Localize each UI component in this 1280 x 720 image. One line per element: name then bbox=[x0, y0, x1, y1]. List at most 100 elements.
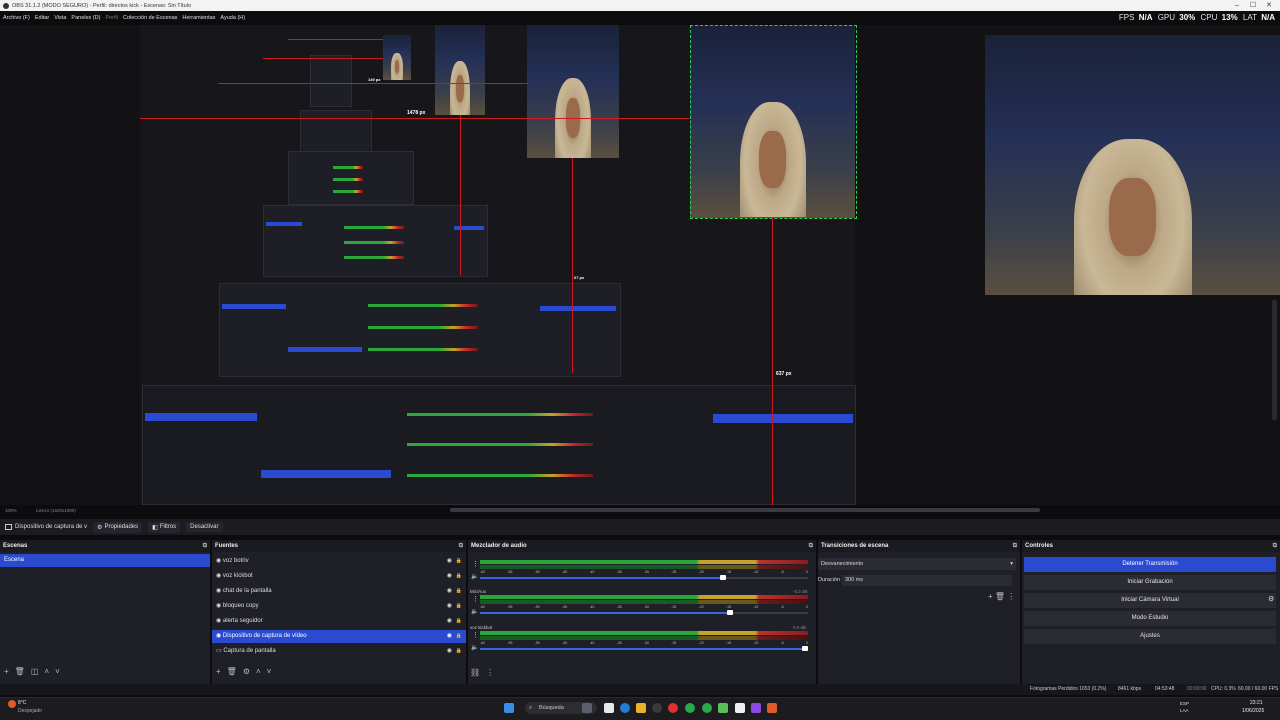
trash-icon[interactable]: 🗑 bbox=[15, 667, 25, 676]
menu-perfil[interactable]: Perfil bbox=[105, 15, 118, 21]
preview-horizontal-scrollbar[interactable] bbox=[450, 508, 1040, 512]
add-icon[interactable]: + bbox=[988, 592, 993, 601]
lock-icon[interactable]: 🔒 bbox=[456, 645, 462, 658]
dock-settings-icon[interactable]: ⧉ bbox=[809, 540, 813, 552]
add-icon[interactable]: + bbox=[216, 667, 221, 676]
dock-settings-icon[interactable]: ⧉ bbox=[203, 540, 207, 552]
edge-icon[interactable] bbox=[620, 703, 630, 713]
scene-item[interactable]: Escena bbox=[0, 554, 210, 567]
stop-stream-button[interactable]: Detener Transmisión bbox=[1024, 557, 1276, 572]
file-explorer-icon[interactable] bbox=[636, 703, 646, 713]
close-icon[interactable]: ✕ bbox=[1262, 0, 1276, 11]
input-language[interactable]: ESP bbox=[1180, 701, 1189, 706]
link-icon[interactable]: ⛓ bbox=[470, 668, 480, 677]
lock-icon[interactable]: 🔒 bbox=[456, 600, 462, 613]
selection-box[interactable] bbox=[690, 25, 857, 219]
volume-slider-handle[interactable] bbox=[802, 646, 808, 651]
lock-icon[interactable]: 🔒 bbox=[456, 555, 462, 568]
source-item[interactable]: ◉ chat de la pantalla ◉ 🔒 bbox=[212, 585, 466, 598]
visibility-eye-icon[interactable]: ◉ bbox=[447, 615, 452, 628]
menu-coleccion-escenas[interactable]: Colección de Escenas bbox=[123, 15, 177, 21]
notepad-icon[interactable] bbox=[735, 703, 745, 713]
settings-button[interactable]: Ajustes bbox=[1024, 629, 1276, 644]
visibility-eye-icon[interactable]: ◉ bbox=[447, 645, 452, 658]
source-item[interactable]: ◉ voz botriv ◉ 🔒 bbox=[212, 555, 466, 568]
start-recording-button[interactable]: Iniciar Grabación bbox=[1024, 575, 1276, 590]
source-item[interactable]: ▭ Captura de pantalla ◉ 🔒 bbox=[212, 645, 466, 658]
transition-select[interactable]: Desvanecimiento ▾ bbox=[818, 558, 1016, 570]
visibility-eye-icon[interactable]: ◉ bbox=[447, 555, 452, 568]
dock-settings-icon[interactable]: ⧉ bbox=[1013, 540, 1017, 552]
trash-icon[interactable]: 🗑 bbox=[227, 667, 237, 676]
move-down-icon[interactable]: ˅ bbox=[267, 667, 272, 676]
deactivate-button[interactable]: Desactivar bbox=[186, 522, 223, 532]
properties-button[interactable]: ⚙ Propiedades bbox=[93, 521, 143, 533]
volume-slider-handle[interactable] bbox=[726, 610, 733, 615]
menu-dots-icon[interactable]: ⋮ bbox=[486, 668, 494, 677]
lock-icon[interactable]: 🔒 bbox=[456, 615, 462, 628]
menu-vista[interactable]: Vista bbox=[54, 15, 66, 21]
speaker-icon[interactable]: 🔈 bbox=[471, 573, 478, 580]
preview-canvas[interactable]: 1478 px 149 px 637 px 67 px 100% Lienzo … bbox=[0, 25, 1280, 513]
virtual-cam-settings-icon[interactable]: ⚙ bbox=[1268, 595, 1274, 603]
app-orange-icon[interactable] bbox=[767, 703, 777, 713]
menu-archivo[interactable]: Archivo (F) bbox=[3, 15, 30, 21]
zoom-level[interactable]: 100% bbox=[5, 508, 17, 513]
move-down-icon[interactable]: ˅ bbox=[55, 667, 60, 676]
volume-slider-fill[interactable] bbox=[480, 648, 808, 650]
move-up-icon[interactable]: ˄ bbox=[256, 667, 261, 676]
menu-dots-icon[interactable]: ⋮ bbox=[1007, 592, 1015, 601]
menu-dots-icon[interactable]: ⋮ bbox=[472, 560, 479, 568]
speaker-icon[interactable]: 🔈 bbox=[471, 608, 478, 615]
canvas-size[interactable]: Lienzo (1920x1080) bbox=[36, 508, 76, 513]
chrome-icon[interactable] bbox=[685, 703, 695, 713]
preview-vertical-scrollbar[interactable] bbox=[1272, 300, 1277, 420]
menu-ayuda[interactable]: Ayuda (H) bbox=[220, 15, 245, 21]
menu-dots-icon[interactable]: ⋮ bbox=[472, 631, 479, 639]
clock-time[interactable]: 23:21 bbox=[1250, 700, 1263, 706]
filters-button[interactable]: ◧ Filtros bbox=[148, 521, 181, 533]
obs-taskbar-icon[interactable] bbox=[652, 703, 662, 713]
filter-icon[interactable]: ◫ bbox=[31, 667, 39, 676]
clock-date[interactable]: 1/06/2025 bbox=[1242, 708, 1264, 714]
app-purple-icon[interactable] bbox=[751, 703, 761, 713]
lock-icon[interactable]: 🔒 bbox=[456, 570, 462, 583]
app-green-icon[interactable] bbox=[718, 703, 728, 713]
minimize-icon[interactable]: – bbox=[1230, 0, 1244, 11]
source-item[interactable]: ◉ Dispositivo de captura de vídeo ◉ 🔒 bbox=[212, 630, 466, 643]
menu-herramientas[interactable]: Herramientas bbox=[182, 15, 215, 21]
volume-slider-handle[interactable] bbox=[720, 575, 726, 580]
add-icon[interactable]: + bbox=[4, 667, 9, 676]
task-view-icon[interactable] bbox=[604, 703, 614, 713]
windows-start-icon[interactable] bbox=[504, 703, 514, 713]
trash-icon[interactable]: 🗑 bbox=[995, 592, 1005, 601]
move-up-icon[interactable]: ˄ bbox=[44, 667, 49, 676]
opera-icon[interactable] bbox=[668, 703, 678, 713]
visibility-eye-icon[interactable]: ◉ bbox=[447, 570, 452, 583]
source-item[interactable]: ◉ alerta seguidor ◉ 🔒 bbox=[212, 615, 466, 628]
audio-tick-label: -35 bbox=[616, 605, 622, 609]
lock-icon[interactable]: 🔒 bbox=[456, 630, 462, 643]
duration-input[interactable]: 300 ms bbox=[842, 575, 1012, 586]
maximize-icon[interactable]: ☐ bbox=[1246, 0, 1260, 11]
visibility-eye-icon[interactable]: ◉ bbox=[447, 600, 452, 613]
lock-icon[interactable]: 🔒 bbox=[456, 585, 462, 598]
volume-slider-fill[interactable] bbox=[480, 577, 726, 579]
studio-mode-button[interactable]: Modo Estudio bbox=[1024, 611, 1276, 626]
menu-paneles[interactable]: Paneles (D) bbox=[71, 15, 100, 21]
visibility-eye-icon[interactable]: ◉ bbox=[447, 630, 452, 643]
menu-dots-icon[interactable]: ⋮ bbox=[472, 595, 479, 603]
dock-settings-icon[interactable]: ⧉ bbox=[1273, 540, 1277, 552]
input-region[interactable]: LAA bbox=[1180, 708, 1189, 713]
visibility-eye-icon[interactable]: ◉ bbox=[447, 585, 452, 598]
gear-icon[interactable]: ⚙ bbox=[243, 667, 250, 676]
start-virtual-camera-button[interactable]: Iniciar Cámara Virtual bbox=[1024, 593, 1276, 608]
menu-editar[interactable]: Editar bbox=[35, 15, 49, 21]
source-item[interactable]: ◉ bloqueo copy ◉ 🔒 bbox=[212, 600, 466, 613]
chrome-profile-icon[interactable] bbox=[702, 703, 712, 713]
volume-slider-fill[interactable] bbox=[480, 612, 733, 614]
source-item[interactable]: ◉ voz kickbot ◉ 🔒 bbox=[212, 570, 466, 583]
taskbar-app-thumbnail-icon[interactable] bbox=[582, 703, 592, 713]
speaker-icon[interactable]: 🔈 bbox=[471, 644, 478, 651]
dock-settings-icon[interactable]: ⧉ bbox=[459, 540, 463, 552]
